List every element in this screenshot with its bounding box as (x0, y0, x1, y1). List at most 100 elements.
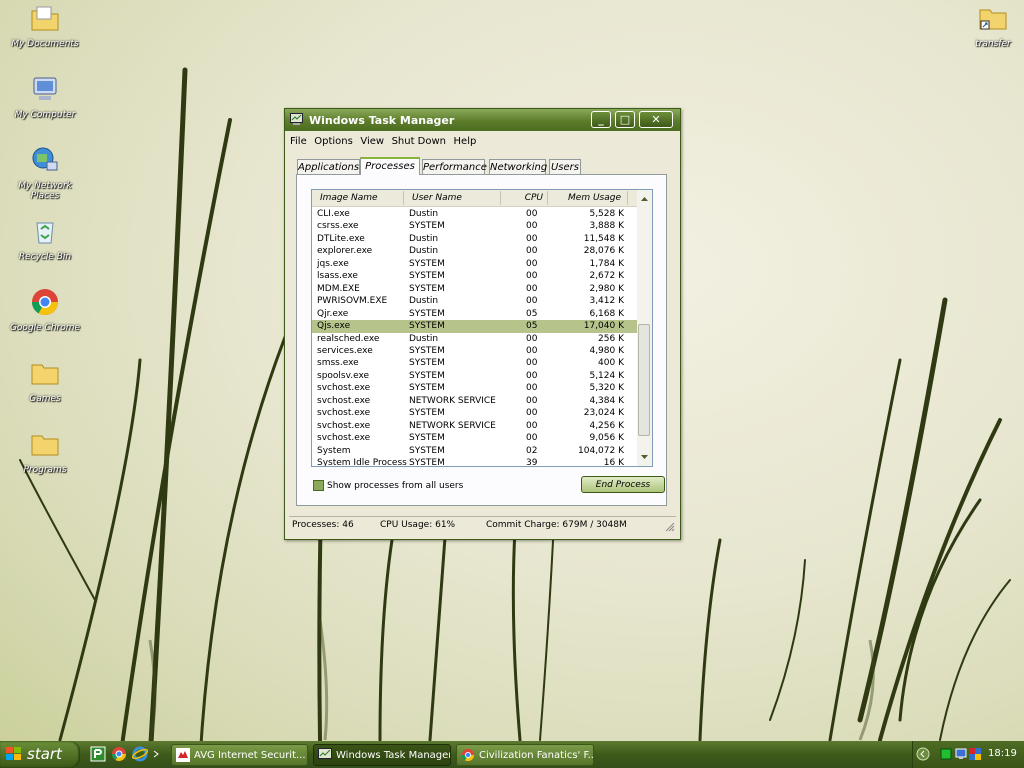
process-row[interactable]: svchost.exe NETWORK SERVICE 00 4,256 K (312, 420, 638, 433)
quicklaunch-app-icon[interactable] (90, 746, 106, 762)
process-row[interactable]: MDM.EXE SYSTEM 00 2,980 K (312, 283, 638, 296)
process-cpu: 00 (526, 209, 538, 219)
taskbar-item-task-manager[interactable]: Windows Task Manager (313, 744, 451, 766)
network-icon (32, 147, 58, 171)
process-mem-usage: 1,784 K (589, 258, 624, 269)
end-process-button[interactable]: End Process (581, 476, 665, 493)
column-cpu[interactable]: CPU (501, 191, 548, 205)
process-mem-usage: 2,672 K (589, 271, 624, 282)
folder-documents-icon (31, 6, 59, 31)
process-row[interactable]: svchost.exe SYSTEM 00 23,024 K (312, 407, 638, 420)
process-cpu: 00 (526, 258, 538, 269)
process-row[interactable]: spoolsv.exe SYSTEM 00 5,124 K (312, 370, 638, 383)
process-row[interactable]: services.exe SYSTEM 00 4,980 K (312, 345, 638, 358)
desktop-icon-google-chrome[interactable]: Google Chrome (5, 286, 85, 333)
menu-shut-down[interactable]: Shut Down (391, 136, 447, 147)
folder-icon (31, 435, 59, 456)
process-user-name: SYSTEM (409, 370, 445, 381)
avg-tray-icon[interactable] (969, 748, 981, 760)
process-cpu: 02 (526, 445, 538, 456)
process-mem-usage: 256 K (598, 333, 624, 344)
process-row[interactable]: System Idle Process SYSTEM 39 16 K (312, 457, 638, 467)
process-row[interactable]: System SYSTEM 02 104,072 K (312, 445, 638, 458)
process-row[interactable]: svchost.exe NETWORK SERVICE 00 4,384 K (312, 395, 638, 408)
tab-networking[interactable]: Networking (489, 159, 547, 174)
desktop-icon-my-documents[interactable]: My Documents (5, 2, 85, 49)
tab-applications[interactable]: Applications (297, 159, 360, 174)
show-all-users-option[interactable]: Show processes from all users (313, 480, 463, 491)
process-row[interactable]: Qjs.exe SYSTEM 05 17,040 K (312, 320, 638, 333)
desktop-icon-recycle-bin[interactable]: Recycle Bin (5, 215, 85, 262)
clock[interactable]: 18:19 (988, 748, 1017, 759)
desktop-icon-label: My Documents (11, 39, 79, 49)
scroll-up-icon[interactable] (637, 193, 652, 205)
taskbar-item-avg[interactable]: AVG Internet Securit... (171, 744, 308, 766)
show-all-users-checkbox[interactable] (313, 480, 324, 491)
process-row[interactable]: explorer.exe Dustin 00 28,076 K (312, 245, 638, 258)
tab-users[interactable]: Users (549, 159, 581, 174)
monitor-icon[interactable] (955, 748, 967, 760)
desktop-icon-network-places[interactable]: My Network Places (5, 144, 85, 201)
process-cpu: 05 (526, 321, 538, 332)
start-button[interactable]: start (0, 741, 80, 768)
menu-help[interactable]: Help (453, 136, 478, 147)
column-image-name[interactable]: Image Name (312, 191, 404, 205)
process-row[interactable]: Qjr.exe SYSTEM 05 6,168 K (312, 308, 638, 321)
desktop-icon-programs[interactable]: Programs (5, 428, 85, 475)
process-row[interactable]: lsass.exe SYSTEM 00 2,672 K (312, 270, 638, 283)
desktop-icon-my-computer[interactable]: My Computer (5, 73, 85, 120)
process-image-name: System (317, 445, 351, 456)
title-bar[interactable]: Windows Task Manager _ □ ✕ (285, 109, 680, 131)
taskbar-item-label: AVG Internet Securit... (194, 750, 306, 761)
quicklaunch-internet-explorer-icon[interactable] (132, 746, 148, 762)
menu-view[interactable]: View (359, 136, 385, 147)
process-cpu: 00 (526, 221, 538, 232)
process-cpu: 00 (526, 271, 538, 282)
network-status-icon[interactable] (940, 748, 952, 760)
maximize-button[interactable]: □ (615, 111, 635, 128)
process-cpu: 00 (526, 246, 538, 257)
process-row[interactable]: smss.exe SYSTEM 00 400 K (312, 357, 638, 370)
folder-icon (31, 364, 59, 385)
menu-options[interactable]: Options (313, 136, 354, 147)
process-image-name: spoolsv.exe (317, 370, 370, 381)
process-user-name: SYSTEM (409, 445, 445, 456)
process-mem-usage: 16 K (603, 458, 624, 467)
process-list[interactable]: Image Name User Name CPU Mem Usage CLI.e… (311, 189, 653, 467)
process-row[interactable]: realsched.exe Dustin 00 256 K (312, 333, 638, 346)
process-cpu: 00 (526, 408, 538, 419)
scroll-down-icon[interactable] (637, 451, 652, 463)
process-row[interactable]: svchost.exe SYSTEM 00 9,056 K (312, 432, 638, 445)
minimize-button[interactable]: _ (591, 111, 611, 128)
process-row[interactable]: jqs.exe SYSTEM 00 1,784 K (312, 258, 638, 271)
process-cpu: 39 (526, 458, 538, 467)
quicklaunch-chrome-icon[interactable] (111, 746, 127, 762)
quicklaunch-show-desktop-icon[interactable] (152, 746, 160, 762)
column-mem-usage[interactable]: Mem Usage (548, 191, 628, 205)
process-row[interactable]: PWRISOVM.EXE Dustin 00 3,412 K (312, 295, 638, 308)
process-image-name: svchost.exe (317, 395, 371, 406)
process-cpu: 00 (526, 370, 538, 381)
desktop-icon-games[interactable]: Games (5, 357, 85, 404)
resize-grip-icon[interactable] (665, 522, 675, 532)
tab-processes[interactable]: Processes (360, 157, 420, 175)
menu-bar: File Options View Shut Down Help (289, 134, 479, 150)
menu-file[interactable]: File (289, 136, 308, 147)
taskbar-item-civfanatics[interactable]: Civilization Fanatics' F... (456, 744, 594, 766)
process-list-scrollbar[interactable] (637, 190, 652, 466)
close-button[interactable]: ✕ (639, 111, 673, 128)
process-row[interactable]: csrss.exe SYSTEM 00 3,888 K (312, 220, 638, 233)
tray-expand-icon[interactable] (916, 747, 930, 761)
process-row[interactable]: DTLite.exe Dustin 00 11,548 K (312, 233, 638, 246)
status-cpu-usage: CPU Usage: 61% (380, 520, 456, 530)
desktop-icon-transfer[interactable]: transfer (953, 2, 1024, 49)
process-row[interactable]: svchost.exe SYSTEM 00 5,320 K (312, 382, 638, 395)
process-mem-usage: 4,980 K (589, 345, 624, 356)
process-image-name: MDM.EXE (317, 283, 360, 294)
tab-performance[interactable]: Performance (422, 159, 487, 174)
process-image-name: svchost.exe (317, 383, 371, 394)
task-manager-window[interactable]: Windows Task Manager _ □ ✕ File Options … (284, 108, 681, 540)
scrollbar-thumb[interactable] (638, 324, 650, 436)
column-user-name[interactable]: User Name (404, 191, 501, 205)
process-row[interactable]: CLI.exe Dustin 00 5,528 K (312, 208, 638, 221)
